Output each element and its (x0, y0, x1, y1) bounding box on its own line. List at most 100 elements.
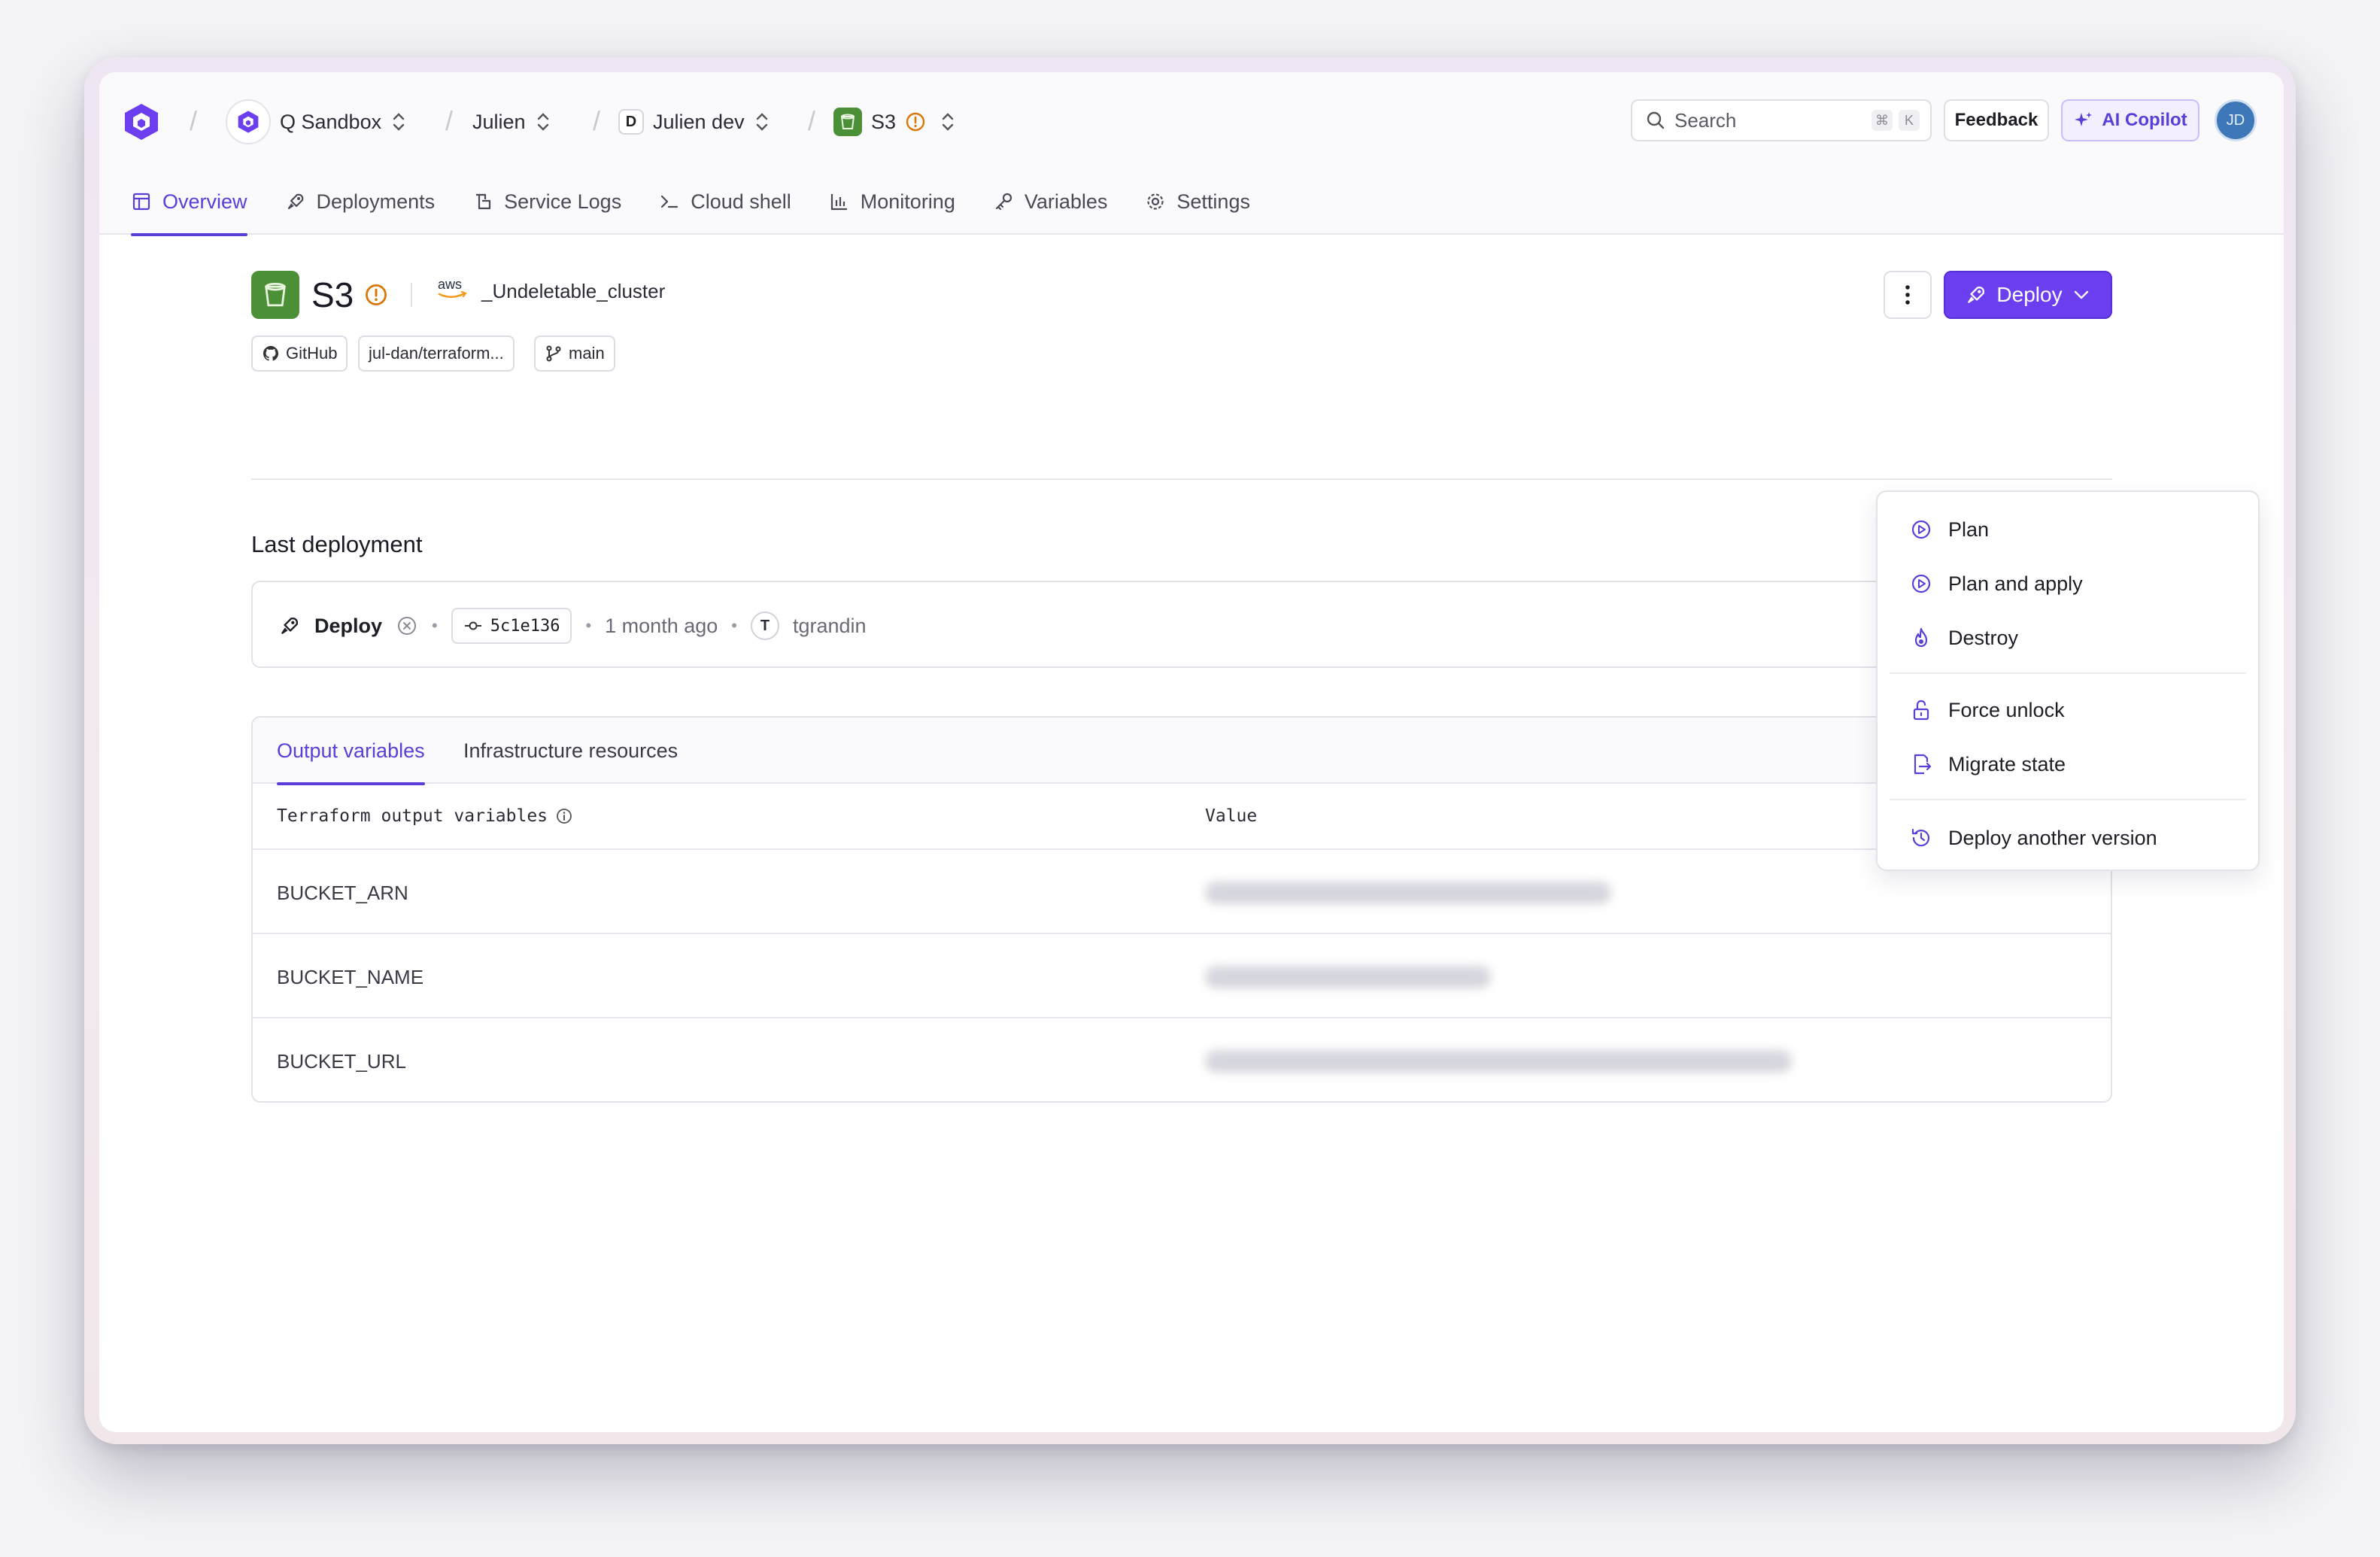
warning-icon (906, 112, 925, 132)
top-header: / Q Sandbox / Julien / D Julien dev / S3… (99, 72, 2284, 236)
tab-settings[interactable]: Settings (1145, 168, 1250, 235)
repository-label: jul-dan/terraform... (369, 344, 504, 363)
variable-key: BUCKET_URL (277, 1050, 406, 1073)
service-name: S3 (311, 275, 354, 314)
redacted-value (1205, 966, 1491, 988)
breadcrumb-label: Q Sandbox (280, 110, 382, 133)
chart-icon (830, 194, 847, 211)
menu-item-label: Plan and apply (1948, 572, 2083, 595)
qovery-logo-icon[interactable] (120, 101, 162, 143)
info-icon[interactable] (555, 807, 573, 825)
shortcut-key: ⌘ (1872, 110, 1893, 131)
rocket-icon (287, 193, 303, 210)
tab-cloud-shell[interactable]: Cloud shell (659, 168, 791, 235)
column-header-value: Value (1205, 806, 1258, 826)
flame-icon (1914, 627, 1928, 648)
last-deployment-heading: Last deployment (251, 531, 423, 557)
separator-dot: • (731, 616, 737, 635)
menu-item-plan[interactable]: Plan (1909, 513, 1989, 546)
tab-variables[interactable]: Variables (993, 168, 1108, 235)
chevron-up-down-icon (942, 113, 954, 131)
tab-label: Service Logs (504, 190, 622, 213)
branch-chip[interactable]: main (534, 335, 615, 372)
tab-infrastructure-resources[interactable]: Infrastructure resources (463, 718, 678, 784)
ai-copilot-button[interactable]: AI Copilot (2061, 99, 2199, 141)
app-window: / Q Sandbox / Julien / D Julien dev / S3… (99, 72, 2284, 1432)
menu-item-label: Force unlock (1948, 698, 2065, 721)
chevron-down-icon (2074, 290, 2088, 299)
git-commit-icon (464, 621, 481, 630)
tab-deployments[interactable]: Deployments (285, 168, 436, 235)
deployment-author: tgrandin (792, 614, 867, 637)
tab-monitoring[interactable]: Monitoring (829, 168, 955, 235)
history-icon (1911, 828, 1930, 847)
breadcrumb-separator: / (808, 105, 816, 136)
tab-output-variables[interactable]: Output variables (277, 718, 425, 785)
rocket-icon (1968, 286, 1985, 303)
tab-service-logs[interactable]: Service Logs (472, 168, 621, 235)
s3-bucket-icon (251, 271, 299, 319)
git-branch-icon (546, 345, 561, 362)
play-circle-icon (1911, 520, 1931, 539)
repository-chip[interactable]: jul-dan/terraform... (358, 335, 515, 372)
menu-item-destroy[interactable]: Destroy (1909, 621, 2018, 654)
breadcrumb-organization[interactable]: Q Sandbox (226, 99, 407, 144)
table-row: BUCKET_NAME (253, 936, 2111, 1018)
menu-item-force-unlock[interactable]: Force unlock (1909, 694, 2065, 727)
layout-icon (132, 193, 150, 211)
tab-label: Cloud shell (691, 190, 791, 213)
deployment-time: 1 month ago (605, 614, 718, 637)
deploy-button[interactable]: Deploy (1944, 271, 2112, 319)
table-header: Terraform output variables Value (253, 784, 2111, 850)
github-icon (263, 346, 278, 361)
separator-dot: • (585, 616, 592, 635)
breadcrumb-separator: / (190, 105, 198, 136)
aws-logo-icon: aws (438, 277, 467, 299)
redacted-value (1205, 882, 1611, 904)
deployment-action: Deploy (314, 614, 383, 637)
menu-divider (1890, 799, 2246, 800)
source-provider-chip[interactable]: GitHub (251, 335, 348, 372)
redacted-value (1205, 1050, 1792, 1073)
sparkles-icon (2075, 112, 2093, 126)
menu-item-plan-and-apply[interactable]: Plan and apply (1909, 567, 2083, 600)
file-export-icon (1914, 754, 1932, 775)
commit-hash: 5c1e136 (490, 616, 560, 636)
qovery-logo-icon (238, 111, 259, 133)
last-deployment-card[interactable]: Deploy • 5c1e136 • 1 month ago • T tgran… (251, 581, 2112, 668)
cluster-name[interactable]: _Undeletable_cluster (481, 280, 665, 303)
separator-dot: • (432, 616, 438, 635)
menu-item-label: Migrate state (1948, 752, 2066, 775)
warning-icon[interactable] (364, 283, 388, 307)
tab-overview[interactable]: Overview (131, 168, 247, 236)
tab-label: Variables (1024, 190, 1108, 213)
rocket-icon (281, 617, 299, 634)
tab-label: Monitoring (860, 190, 955, 213)
chevron-up-down-icon (756, 113, 767, 131)
user-avatar[interactable]: JD (2215, 99, 2257, 141)
breadcrumb-environment[interactable]: D Julien dev (618, 102, 770, 141)
breadcrumb-service[interactable]: S3 (833, 102, 956, 141)
breadcrumb-label: S3 (871, 110, 897, 133)
header-row: / Q Sandbox / Julien / D Julien dev / S3… (99, 72, 2284, 168)
tab-label: Overview (162, 190, 247, 213)
menu-item-deploy-another-version[interactable]: Deploy another version (1909, 821, 2157, 854)
breadcrumb-project[interactable]: Julien (472, 102, 551, 141)
gear-icon (1147, 193, 1164, 210)
tab-label: Deployments (316, 190, 436, 213)
status-error-icon (398, 617, 417, 635)
search-input[interactable]: Search ⌘ K (1631, 99, 1932, 141)
shortcut-key: K (1899, 110, 1920, 131)
ai-copilot-label: AI Copilot (2102, 110, 2187, 130)
variable-key: BUCKET_ARN (277, 882, 408, 904)
terminal-icon (661, 195, 678, 208)
commit-chip[interactable]: 5c1e136 (451, 608, 572, 644)
more-actions-button[interactable] (1884, 271, 1932, 319)
table-row: BUCKET_URL (253, 1020, 2111, 1101)
menu-item-migrate-state[interactable]: Migrate state (1909, 748, 2066, 781)
feedback-button[interactable]: Feedback (1944, 99, 2049, 141)
outputs-tabs: Output variables Infrastructure resource… (253, 718, 2111, 785)
breadcrumb-separator: / (593, 105, 601, 136)
menu-item-label: Destroy (1948, 626, 2019, 649)
page-content: S3 aws _Undeletable_cluster GitHub jul-d… (99, 235, 2284, 1432)
